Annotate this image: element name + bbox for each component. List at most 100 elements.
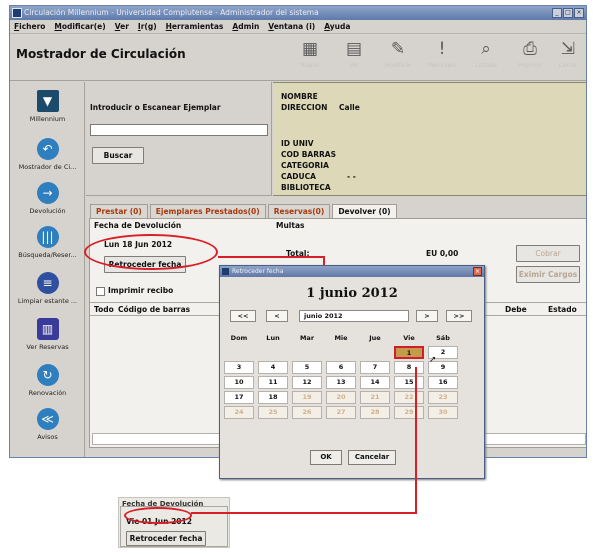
highlight-ellipse-inset-date	[124, 507, 192, 524]
calendar-day-18[interactable]: 18	[258, 391, 288, 404]
menu-ayuda[interactable]: Ayuda	[324, 20, 350, 33]
calendar-day-13[interactable]: 13	[326, 376, 356, 389]
calendar-day-27[interactable]: 27	[326, 406, 356, 419]
calendar-day-1[interactable]: 1	[394, 346, 424, 359]
sidebar-item-circulation-desk[interactable]: ↶ Mostrador de Ci...	[10, 138, 85, 171]
calendar-day-25[interactable]: 25	[258, 406, 288, 419]
weekday-mie: Mie	[334, 334, 348, 342]
list-column-barcode[interactable]: Código de barras	[118, 305, 190, 314]
list-column-estado[interactable]: Estado	[548, 305, 577, 314]
menu-ir[interactable]: Ir(g)	[138, 20, 157, 33]
list-column-debe[interactable]: Debe	[505, 305, 527, 314]
toolbar-list-button[interactable]: ⌕ Listado	[468, 38, 504, 78]
sidebar-item-renewal[interactable]: ↻ Renovación	[10, 364, 85, 397]
search-button[interactable]: Buscar	[92, 147, 144, 164]
weekday-jue: Jue	[369, 334, 381, 342]
shelf-icon: ≡	[36, 272, 59, 294]
toolbar-print-button[interactable]: ⎙ Imprimir	[512, 38, 548, 78]
window-title: Circulación Millennium - Universidad Com…	[24, 8, 319, 17]
calendar-day-10[interactable]: 10	[224, 376, 254, 389]
patron-id-label: ID UNIV	[281, 139, 314, 148]
message-icon: !	[438, 39, 446, 59]
calendar-day-19[interactable]: 19	[292, 391, 322, 404]
dialog-titlebar: Retroceder fecha ×	[220, 266, 484, 277]
connector-line-vertical	[415, 367, 417, 513]
fines-group-label: Multas	[276, 221, 305, 230]
tab-prestar[interactable]: Prestar (0)	[90, 204, 148, 218]
sidebar-item-view-reserves[interactable]: ▥ Ver Reservas	[10, 318, 85, 351]
cancel-button[interactable]: Cancelar	[348, 450, 396, 465]
minimize-icon[interactable]: _	[552, 8, 562, 18]
toolbar-new-button[interactable]: ▦ Nuevo	[292, 38, 328, 78]
menu-herramientas[interactable]: Herramientas	[166, 20, 224, 33]
patron-info-panel: NOMBRE DIRECCION Calle ID UNIV COD BARRA…	[273, 82, 587, 196]
calendar-day-30[interactable]: 30	[428, 406, 458, 419]
calendar-day-15[interactable]: 15	[394, 376, 424, 389]
ok-button[interactable]: OK	[310, 450, 342, 465]
prev-year-button[interactable]: <<	[230, 310, 256, 322]
sidebar-item-notices[interactable]: ≪ Avisos	[10, 408, 85, 441]
print-receipt-label: Imprimir recibo	[108, 286, 174, 295]
calendar-day-24[interactable]: 24	[224, 406, 254, 419]
weekday-sab: Sáb	[436, 334, 450, 342]
menu-ver[interactable]: Ver	[115, 20, 129, 33]
scan-input[interactable]	[90, 124, 268, 136]
patron-expiry-value: - -	[347, 172, 356, 181]
next-month-button[interactable]: >	[416, 310, 438, 322]
calendar-day-29[interactable]: 29	[394, 406, 424, 419]
circulation-tabs: Prestar (0) Ejemplares Prestados(0) Rese…	[90, 204, 399, 218]
sidebar-item-search-reserve[interactable]: ||| Búsqueda/Reser...	[10, 226, 85, 259]
calendar-day-5[interactable]: 5	[292, 361, 322, 374]
sidebar-item-return[interactable]: → Devolución	[10, 182, 85, 215]
print-receipt-checkbox[interactable]	[96, 287, 105, 296]
menu-modificar[interactable]: Modificar(e)	[54, 20, 105, 33]
print-icon: ⎙	[523, 39, 537, 59]
month-field[interactable]: junio 2012	[299, 310, 409, 322]
calendar-day-3[interactable]: 3	[224, 361, 254, 374]
toolbar-edit-button[interactable]: ✎ Modificar	[380, 38, 416, 78]
mouse-cursor-icon: ➚	[429, 355, 437, 365]
calendar-day-8[interactable]: 8	[394, 361, 424, 374]
sidebar-item-millennium[interactable]: ▼ Millennium	[10, 90, 85, 123]
prev-month-button[interactable]: <	[266, 310, 288, 322]
toolbar-view-button[interactable]: ▤ Ver	[336, 38, 372, 78]
toolbar-close-button[interactable]: ⇲ Cerrar	[550, 38, 586, 78]
sidebar-item-clear-shelf[interactable]: ≡ Limpiar estante ...	[10, 272, 85, 305]
next-year-button[interactable]: >>	[446, 310, 472, 322]
calendar-day-20[interactable]: 20	[326, 391, 356, 404]
calendar-day-11[interactable]: 11	[258, 376, 288, 389]
calendar-day-21[interactable]: 21	[360, 391, 390, 404]
calendar-day-17[interactable]: 17	[224, 391, 254, 404]
calendar-day-22[interactable]: 22	[394, 391, 424, 404]
notice-icon: ≪	[36, 408, 59, 430]
patron-scrollbar[interactable]	[586, 83, 587, 195]
tab-reservas[interactable]: Reservas(0)	[267, 204, 331, 218]
patron-address-value: Calle	[339, 103, 360, 112]
maximize-icon[interactable]: □	[563, 8, 573, 18]
books-icon: |||	[36, 226, 59, 248]
inset-back-date-button[interactable]: Retroceder fecha	[126, 531, 206, 546]
calendar-day-6[interactable]: 6	[326, 361, 356, 374]
calendar-day-26[interactable]: 26	[292, 406, 322, 419]
dialog-close-icon[interactable]: ×	[473, 267, 482, 276]
calendar-day-14[interactable]: 14	[360, 376, 390, 389]
waive-charges-button[interactable]: Eximir Cargos	[516, 266, 580, 283]
collect-button[interactable]: Cobrar	[516, 245, 580, 262]
search-icon: ⌕	[481, 39, 491, 59]
menu-fichero[interactable]: Fichero	[14, 20, 45, 33]
calendar-day-23[interactable]: 23	[428, 391, 458, 404]
calendar-day-12[interactable]: 12	[292, 376, 322, 389]
menu-ventana[interactable]: Ventana (i)	[268, 20, 315, 33]
tab-devolver[interactable]: Devolver (0)	[332, 204, 397, 218]
tab-ejemplares-prestados[interactable]: Ejemplares Prestados(0)	[149, 204, 266, 218]
calendar-day-16[interactable]: 16	[428, 376, 458, 389]
calendar-day-7[interactable]: 7	[360, 361, 390, 374]
toolbar-messages-button[interactable]: ! Mensajes	[424, 38, 460, 78]
app-icon	[12, 8, 22, 18]
close-icon[interactable]: ×	[574, 8, 584, 18]
calendar-day-4[interactable]: 4	[258, 361, 288, 374]
checkout-arrow-icon: ↶	[36, 138, 59, 160]
calendar-day-28[interactable]: 28	[360, 406, 390, 419]
list-column-all[interactable]: Todo	[94, 305, 114, 314]
menu-admin[interactable]: Admin	[232, 20, 259, 33]
